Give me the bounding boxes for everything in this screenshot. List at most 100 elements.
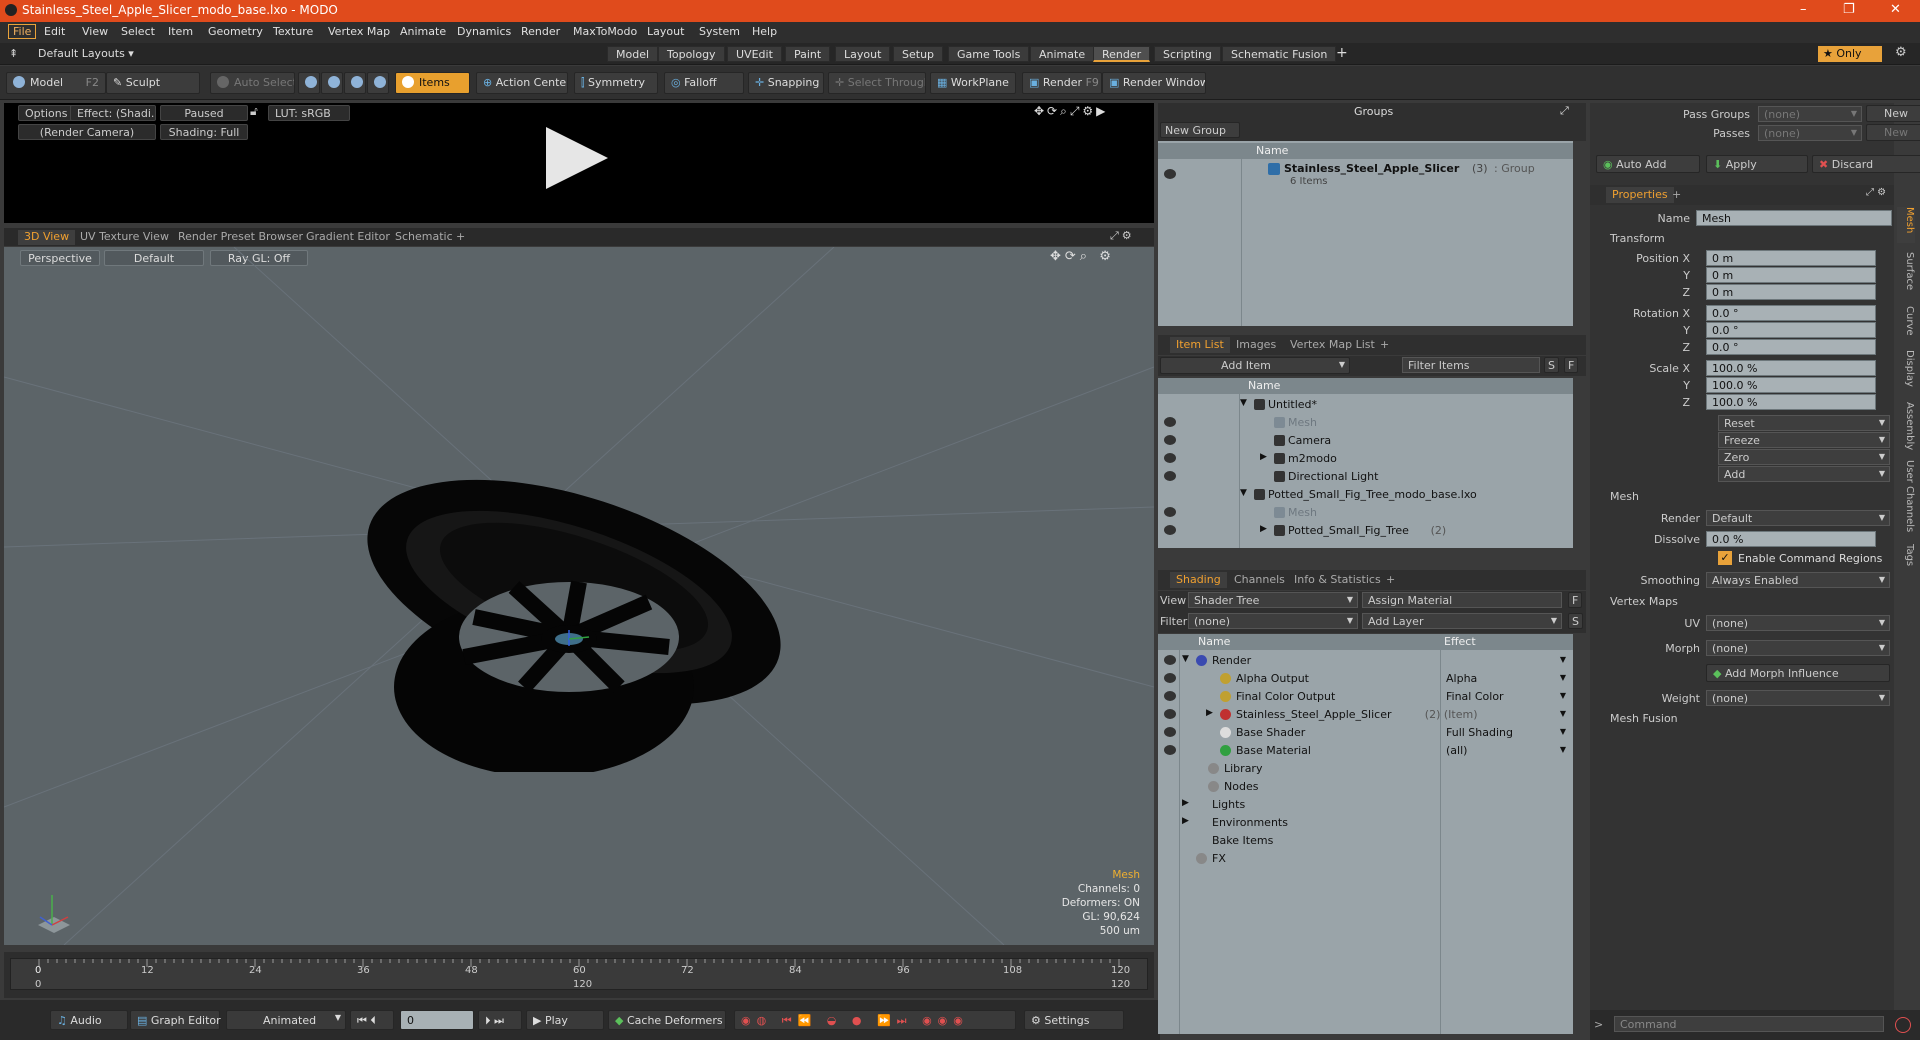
tab-gradient-editor[interactable]: Gradient Editor: [300, 230, 396, 245]
menu-dynamics[interactable]: Dynamics: [457, 25, 511, 38]
preview-camera-dropdown[interactable]: (Render Camera): [18, 124, 156, 140]
table-row[interactable]: Nodes: [1158, 778, 1573, 796]
tab-channels[interactable]: Channels: [1228, 572, 1291, 588]
chevron-down-icon[interactable]: ▼: [1182, 654, 1189, 664]
eye-icon[interactable]: [1164, 655, 1176, 665]
new-pass-button[interactable]: New: [1866, 124, 1920, 141]
menu-animate[interactable]: Animate: [400, 25, 446, 38]
play-preview-icon[interactable]: [546, 127, 608, 189]
menu-file[interactable]: File: [8, 24, 37, 39]
group-item-name[interactable]: Stainless_Steel_Apple_Slicer: [1284, 162, 1459, 175]
eye-icon[interactable]: [1164, 507, 1176, 517]
model-mode-button[interactable]: Model F2: [6, 72, 106, 94]
new-pass-group-button[interactable]: New: [1866, 105, 1920, 122]
list-item[interactable]: ▼ Untitled*: [1158, 396, 1573, 414]
graph-editor-button[interactable]: ▤ Graph Editor: [130, 1010, 221, 1030]
table-row[interactable]: Base Shader Full Shading ▼: [1158, 724, 1573, 742]
play-button[interactable]: ▶ Play: [526, 1010, 604, 1030]
discard-button[interactable]: ✖ Discard: [1812, 155, 1920, 173]
freeze-dropdown[interactable]: Freeze: [1718, 432, 1890, 448]
eye-icon[interactable]: [1164, 169, 1176, 179]
command-stop-icon[interactable]: [1895, 1017, 1911, 1033]
eye-icon[interactable]: [1164, 453, 1176, 463]
settings-button[interactable]: ⚙ Settings: [1024, 1010, 1124, 1030]
render-button[interactable]: ▣ Render F9: [1022, 72, 1102, 94]
add-properties-tab-button[interactable]: +: [1666, 187, 1687, 203]
table-row[interactable]: ▶ Environments: [1158, 814, 1573, 832]
cache-deformers-button[interactable]: ◆ Cache Deformers: [608, 1010, 726, 1030]
preview-effect-dropdown[interactable]: Effect: (Shadi...: [70, 105, 156, 121]
tab-animate[interactable]: Animate: [1030, 46, 1095, 62]
weight-dropdown[interactable]: (none): [1706, 690, 1890, 706]
only-toggle[interactable]: ★ Only: [1818, 46, 1882, 62]
command-input[interactable]: Command: [1614, 1016, 1884, 1032]
render-dropdown[interactable]: Default: [1706, 510, 1890, 526]
item-list[interactable]: Name ▼ Untitled* Mesh Camera ▶ m2modo Directio…: [1158, 378, 1573, 548]
chevron-right-icon[interactable]: ▶: [1206, 708, 1213, 718]
apply-button[interactable]: ⬇ Apply: [1706, 155, 1808, 173]
enable-regions-checkbox[interactable]: ✓: [1718, 551, 1732, 565]
effect-dropdown[interactable]: Full Shading ▼: [1446, 726, 1570, 739]
add-itemlist-tab-button[interactable]: +: [1374, 337, 1395, 353]
filter-dropdown[interactable]: (none): [1188, 613, 1358, 629]
shading-f-button[interactable]: F: [1568, 592, 1583, 608]
vertex-maps-section[interactable]: Vertex Maps: [1610, 595, 1678, 608]
tab-properties[interactable]: Properties: [1606, 187, 1674, 203]
layout-selector[interactable]: Default Layouts ▾: [38, 47, 134, 60]
tab-paint[interactable]: Paint: [785, 46, 831, 62]
menu-maxtomodo[interactable]: MaxToModo: [573, 25, 637, 38]
eye-icon[interactable]: [1164, 691, 1176, 701]
mesh-section[interactable]: Mesh: [1610, 490, 1639, 503]
scale-z-field[interactable]: 100.0 %: [1706, 394, 1876, 410]
uv-dropdown[interactable]: (none): [1706, 615, 1890, 631]
assign-material-button[interactable]: Assign Material: [1362, 592, 1562, 608]
side-tab-surface[interactable]: Surface: [1897, 252, 1915, 298]
properties-panel-icons[interactable]: ⤢ ⚙: [1866, 187, 1886, 198]
add-shading-tab-button[interactable]: +: [1380, 572, 1401, 588]
menu-edit[interactable]: Edit: [44, 25, 65, 38]
eye-icon[interactable]: [1164, 525, 1176, 535]
new-group-button[interactable]: New Group: [1160, 122, 1240, 138]
position-z-field[interactable]: 0 m: [1706, 284, 1876, 300]
shading-s-button[interactable]: S: [1568, 613, 1583, 629]
tab-uvedit[interactable]: UVEdit: [727, 46, 782, 62]
items-mode-button[interactable]: Items: [395, 72, 470, 94]
scale-y-field[interactable]: 100.0 %: [1706, 377, 1876, 393]
tab-render[interactable]: Render: [1093, 46, 1151, 62]
snapping-button[interactable]: ✛ Snapping: [748, 72, 824, 94]
chevron-down-icon[interactable]: ▼: [1240, 488, 1247, 498]
list-item[interactable]: ▶ Potted_Small_Fig_Tree (2): [1158, 522, 1573, 540]
list-item[interactable]: ▶ m2modo: [1158, 450, 1573, 468]
side-tab-display[interactable]: Display: [1897, 350, 1915, 392]
audio-button[interactable]: ♫ Audio: [50, 1010, 128, 1030]
menu-texture[interactable]: Texture: [273, 25, 313, 38]
dissolve-field[interactable]: 0.0 %: [1706, 531, 1876, 547]
viewport-panel-icons[interactable]: ⤢⚙: [1110, 229, 1135, 243]
symmetry-button[interactable]: ⫿ Symmetry: [574, 72, 658, 94]
tab-scripting[interactable]: Scripting: [1154, 46, 1221, 62]
timeline-ruler[interactable]: 0 12 24 36 48 60 72 84 96 108 120 0 120 …: [10, 958, 1148, 990]
tab-model[interactable]: Model: [607, 46, 659, 62]
tab-images[interactable]: Images: [1230, 337, 1282, 353]
workplane-button[interactable]: ▦ WorkPlane: [930, 72, 1016, 94]
add-layout-tab-button[interactable]: +: [1336, 45, 1348, 61]
tab-render-preset-browser[interactable]: Render Preset Browser: [172, 230, 309, 245]
table-row[interactable]: Final Color Output Final Color ▼: [1158, 688, 1573, 706]
filter-items-input[interactable]: Filter Items: [1402, 357, 1540, 373]
falloff-button[interactable]: ◎ Falloff: [664, 72, 744, 94]
eye-icon[interactable]: [1164, 471, 1176, 481]
preview-options-button[interactable]: Options: [18, 105, 75, 121]
chevron-right-icon[interactable]: ▶: [1260, 524, 1267, 534]
chevron-right-icon[interactable]: ▶: [1182, 816, 1189, 826]
side-tab-user-channels[interactable]: User Channels: [1897, 460, 1915, 540]
chevron-down-icon[interactable]: ▼: [1240, 398, 1247, 408]
name-field[interactable]: Mesh: [1696, 210, 1892, 226]
list-item[interactable]: Camera: [1158, 432, 1573, 450]
key-tools-buttons[interactable]: ◉◍ ⏮⏪ ◒ ● ⏩⏭ ◉◉◉: [734, 1010, 1016, 1030]
table-row[interactable]: Bake Items: [1158, 832, 1573, 850]
tab-schematic-fusion[interactable]: Schematic Fusion: [1222, 46, 1337, 62]
tab-game-tools[interactable]: Game Tools: [948, 46, 1030, 62]
preview-nav-icons[interactable]: ✥⟳⌕⤢⚙▶: [1034, 104, 1108, 119]
eye-icon[interactable]: [1164, 709, 1176, 719]
materials-mode-button[interactable]: [367, 72, 389, 94]
